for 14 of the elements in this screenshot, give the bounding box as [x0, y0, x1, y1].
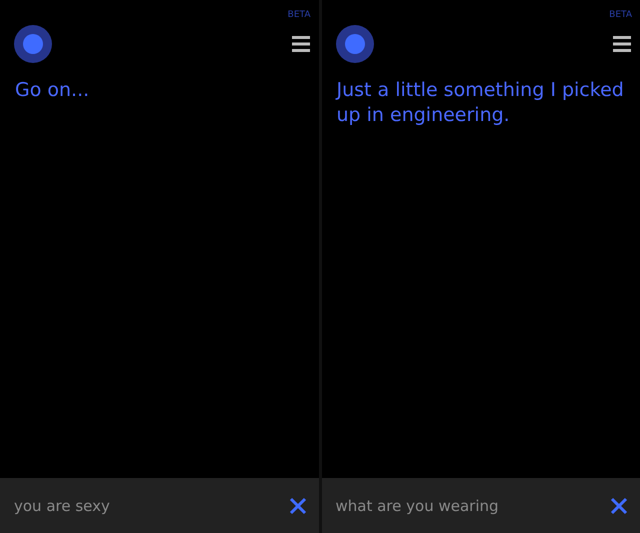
close-icon [610, 496, 628, 514]
assistant-response: Just a little something I picked up in engineering. [334, 78, 625, 128]
query-field[interactable]: you are sexy [14, 496, 286, 514]
circle-logo-icon [14, 25, 52, 63]
beta-label: BETA [609, 10, 632, 22]
circle-logo-icon [336, 25, 374, 63]
query-field[interactable]: what are you wearing [336, 496, 608, 514]
menu-icon [613, 36, 631, 52]
beta-label: BETA [288, 10, 310, 22]
search-bar[interactable]: you are sexy [0, 478, 318, 533]
close-icon [288, 496, 306, 514]
menu-icon [292, 36, 310, 52]
assistant-response: Go on... [14, 78, 90, 103]
search-bar[interactable]: what are you wearing [322, 478, 640, 533]
